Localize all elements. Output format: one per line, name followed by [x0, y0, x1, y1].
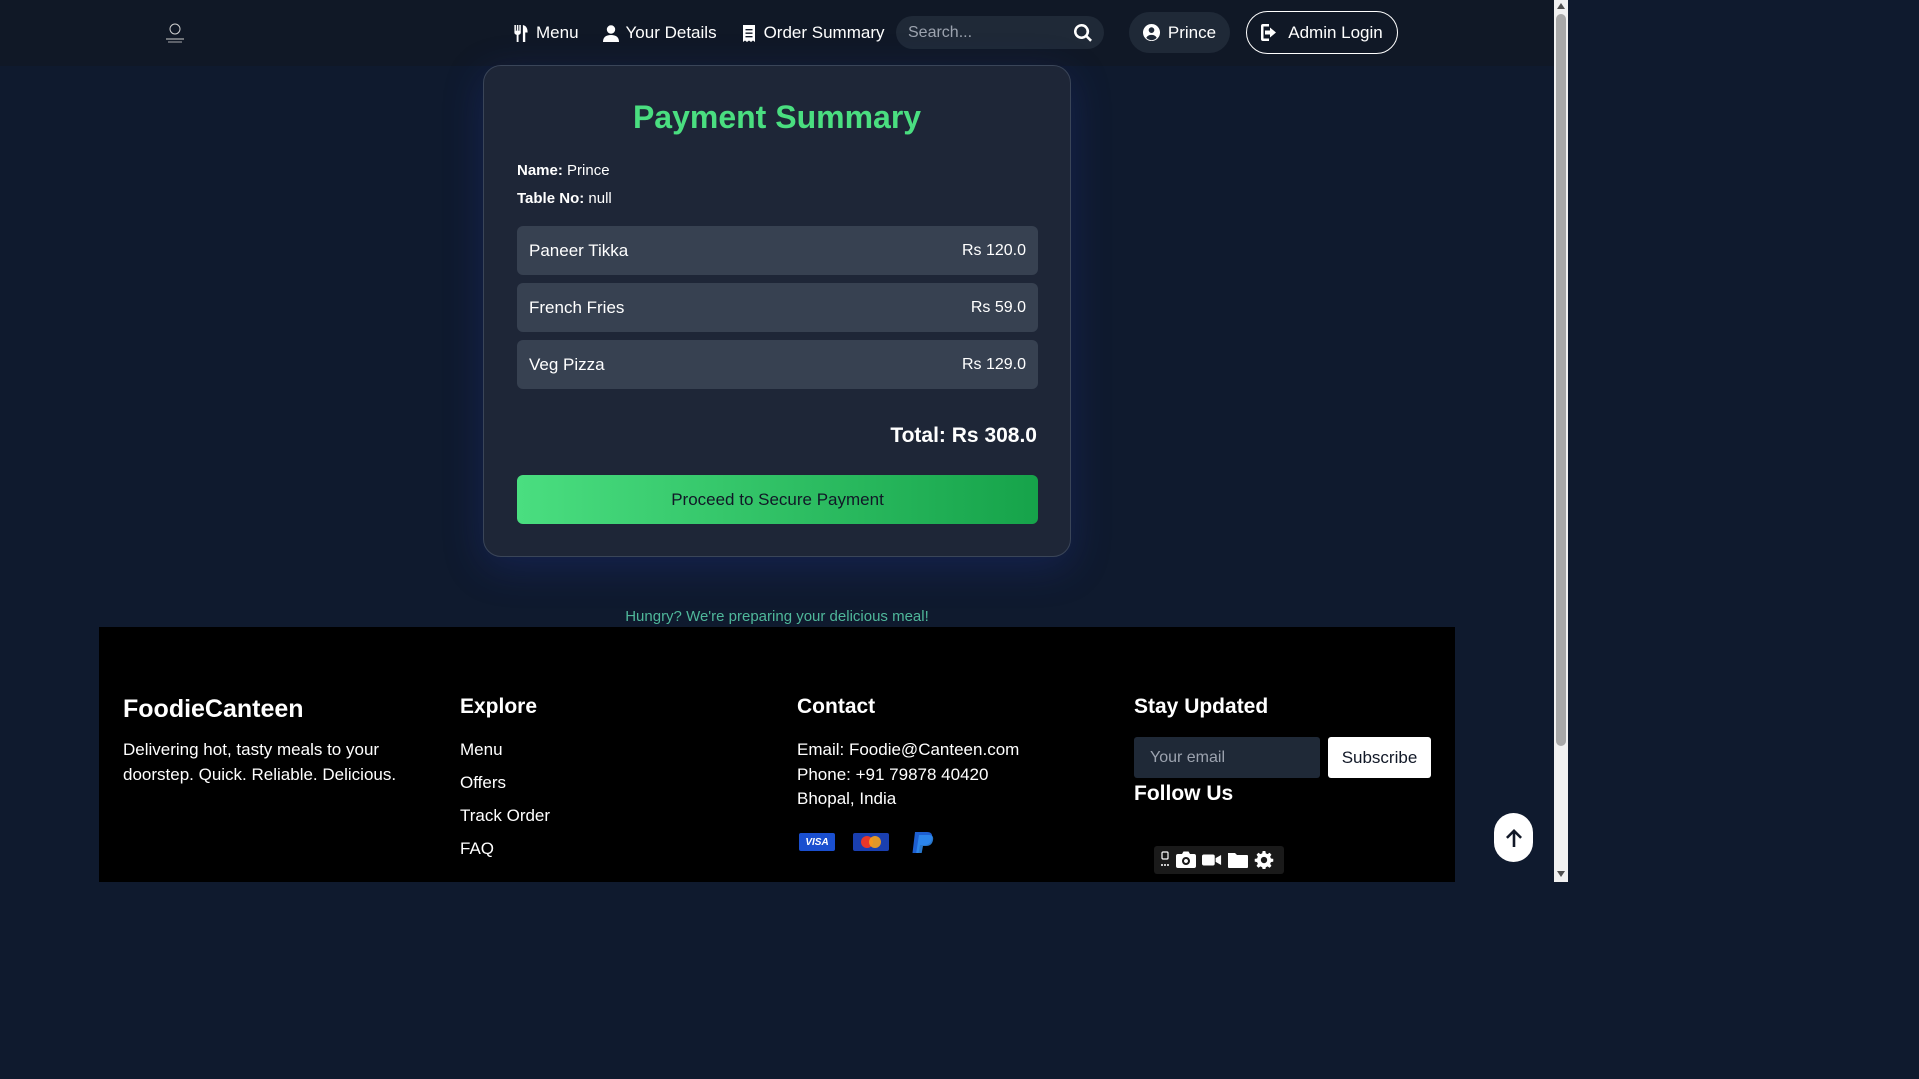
footer-link-faq[interactable]: FAQ [460, 839, 494, 859]
folder-icon[interactable] [1228, 851, 1248, 869]
tagline: Hungry? We're preparing your delicious m… [625, 608, 929, 625]
contact-heading: Contact [797, 695, 876, 718]
nav-menu-link[interactable]: Menu [513, 23, 579, 43]
proceed-payment-button[interactable]: Proceed to Secure Payment [517, 475, 1038, 524]
explore-heading: Explore [460, 695, 538, 718]
user-name-label: Prince [1167, 22, 1217, 42]
video-icon[interactable] [1202, 851, 1222, 869]
payment-summary-card: Payment Summary Name: Prince Table No: n… [483, 65, 1071, 557]
footer-brand-description: Delivering hot, tasty meals to your door… [123, 740, 397, 784]
payment-methods: VISA [799, 830, 941, 854]
item-price: Rs 129.0 [961, 355, 1026, 373]
subscribe-button[interactable]: Subscribe [1328, 737, 1431, 778]
order-item: Veg Pizza Rs 129.0 [517, 340, 1038, 389]
nav-details-label: Your Details [625, 23, 717, 42]
name-label: Name: [517, 162, 563, 179]
scroll-down-arrow-icon[interactable] [1557, 871, 1565, 877]
contact-phone: Phone: +91 79878 40420 [797, 765, 989, 784]
contact-location: Bhopal, India [797, 789, 897, 808]
search-icon[interactable] [1074, 24, 1092, 42]
admin-login-label: Admin Login [1288, 22, 1383, 42]
scroll-to-top-button[interactable] [1494, 813, 1533, 862]
scroll-up-arrow-icon[interactable] [1557, 3, 1565, 9]
nav-details-link[interactable]: Your Details [602, 23, 717, 43]
table-label: Table No: [517, 190, 585, 207]
page-scrollbar[interactable] [1554, 0, 1568, 882]
table-value: null [588, 190, 612, 207]
admin-login-button[interactable]: Admin Login [1246, 11, 1398, 54]
nav-order-summary-label: Order Summary [763, 23, 885, 42]
footer-link-offers[interactable]: Offers [460, 773, 506, 793]
footer-link-menu[interactable]: Menu [460, 740, 503, 760]
paypal-icon [912, 832, 934, 853]
follow-us-heading: Follow Us [1134, 782, 1234, 805]
scrollbar-thumb[interactable] [1556, 14, 1566, 746]
media-toolbar [1154, 846, 1284, 874]
mastercard-icon [853, 833, 889, 851]
footer: FoodieCanteen Delivering hot, tasty meal… [99, 627, 1455, 882]
order-item: Paneer Tikka Rs 120.0 [517, 226, 1038, 275]
footer-link-track-order[interactable]: Track Order [460, 806, 550, 826]
name-value: Prince [567, 162, 610, 179]
newsletter-email-input[interactable] [1134, 737, 1320, 778]
logo-icon [166, 23, 184, 43]
gear-icon[interactable] [1254, 851, 1274, 869]
item-name: French Fries [529, 297, 625, 317]
search-box [896, 16, 1104, 49]
nav-menu-label: Menu [536, 23, 579, 42]
item-name: Paneer Tikka [529, 240, 629, 260]
navbar: Menu Your Details Order Summary Prince [0, 0, 1554, 66]
customer-name-line: Name: Prince [517, 162, 610, 179]
user-profile-button[interactable]: Prince [1129, 12, 1230, 53]
arrow-up-icon [1505, 828, 1522, 847]
edit-icon[interactable] [1160, 851, 1170, 869]
user-circle-icon [1142, 24, 1160, 41]
nav-order-summary-link[interactable]: Order Summary [741, 23, 885, 43]
nav-links: Menu Your Details Order Summary [513, 0, 885, 66]
logo[interactable] [160, 18, 190, 48]
order-total: Total: Rs 308.0 [890, 424, 1037, 447]
page-title: Payment Summary [632, 99, 922, 135]
item-price: Rs 120.0 [961, 241, 1026, 259]
footer-brand: FoodieCanteen [123, 695, 304, 723]
order-item: French Fries Rs 59.0 [517, 283, 1038, 332]
visa-icon: VISA [799, 833, 835, 851]
sign-in-icon [1261, 24, 1277, 41]
item-name: Veg Pizza [529, 354, 605, 374]
contact-email: Email: Foodie@Canteen.com [797, 740, 1020, 759]
table-number-line: Table No: null [517, 190, 612, 207]
stay-updated-heading: Stay Updated [1134, 695, 1269, 718]
search-input[interactable] [908, 23, 1068, 42]
camera-icon[interactable] [1176, 851, 1196, 869]
item-price: Rs 59.0 [970, 298, 1026, 316]
receipt-icon [742, 24, 755, 42]
user-icon [602, 24, 619, 42]
utensils-icon [514, 24, 528, 42]
